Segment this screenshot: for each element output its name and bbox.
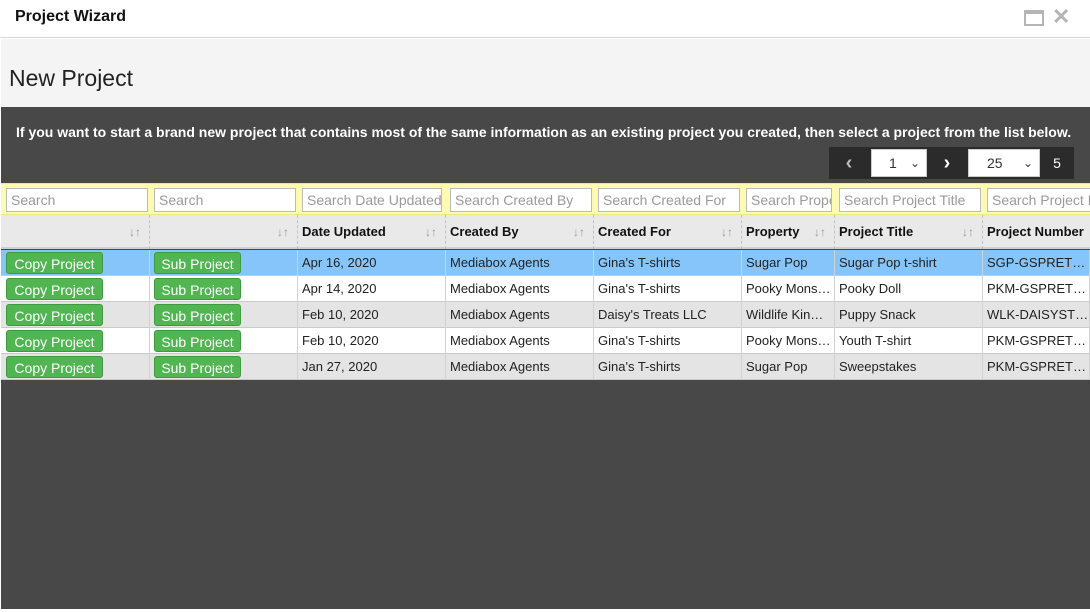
sub-project-button[interactable]: Sub Project bbox=[154, 252, 241, 274]
cell-property: Pooky Mons… bbox=[742, 328, 835, 354]
search-input-created-by[interactable] bbox=[450, 188, 592, 212]
project-list-panel: If you want to start a brand new project… bbox=[1, 107, 1090, 609]
table-row[interactable]: Copy Project Sub Project Jan 27, 2020 Media… bbox=[1, 354, 1090, 380]
cell-number: SGP-GSPRETTYSP bbox=[983, 250, 1090, 276]
cell-created-for: Daisy's Treats LLC bbox=[594, 302, 742, 328]
page-size-select[interactable]: 25 ⌄ bbox=[968, 149, 1040, 177]
sort-icon[interactable]: ↓↑ bbox=[962, 215, 974, 249]
page-size-value: 25 bbox=[987, 155, 1003, 171]
copy-project-button[interactable]: Copy Project bbox=[6, 356, 103, 378]
table-row[interactable]: Copy Project Sub Project Feb 10, 2020 Media… bbox=[1, 302, 1090, 328]
page-header: New Project bbox=[1, 39, 1090, 107]
pagination: ‹ 1 ⌄ › 25 ⌄ 5 bbox=[829, 147, 1074, 179]
cell-property: Wildlife Kin… bbox=[742, 302, 835, 328]
cell-title: Puppy Snack bbox=[835, 302, 983, 328]
cell-created-by: Mediabox Agents bbox=[446, 276, 594, 302]
cell-number: WLK-DAISYSTR-0 bbox=[983, 302, 1090, 328]
copy-project-button[interactable]: Copy Project bbox=[6, 252, 103, 274]
table-row[interactable]: Copy Project Sub Project Feb 10, 2020 Media… bbox=[1, 328, 1090, 354]
sub-cell: Sub Project bbox=[150, 328, 298, 354]
cell-title: Pooky Doll bbox=[835, 276, 983, 302]
sort-icon[interactable]: ↓↑ bbox=[129, 215, 141, 249]
cell-date: Apr 14, 2020 bbox=[298, 276, 446, 302]
sort-icon[interactable]: ↓↑ bbox=[721, 215, 733, 249]
cell-created-for: Gina's T-shirts bbox=[594, 276, 742, 302]
cell-created-for: Gina's T-shirts bbox=[594, 354, 742, 380]
cell-created-for: Gina's T-shirts bbox=[594, 250, 742, 276]
search-input-sub[interactable] bbox=[154, 188, 296, 212]
cell-title: Sweepstakes bbox=[835, 354, 983, 380]
search-row bbox=[1, 183, 1090, 215]
column-header-copy[interactable]: ↓↑ bbox=[1, 215, 150, 249]
cell-property: Pooky Mons… bbox=[742, 276, 835, 302]
chevron-down-icon: ⌄ bbox=[1022, 156, 1033, 170]
copy-cell: Copy Project bbox=[1, 354, 150, 380]
table-row[interactable]: Copy Project Sub Project Apr 14, 2020 Media… bbox=[1, 276, 1090, 302]
close-icon[interactable]: ✕ bbox=[1052, 4, 1070, 30]
cell-date: Feb 10, 2020 bbox=[298, 302, 446, 328]
sub-project-button[interactable]: Sub Project bbox=[154, 278, 241, 300]
cell-created-by: Mediabox Agents bbox=[446, 354, 594, 380]
cell-number: PKM-GSPRETTYSP bbox=[983, 328, 1090, 354]
title-bar: Project Wizard ✕ bbox=[0, 0, 1090, 38]
cell-created-by: Mediabox Agents bbox=[446, 250, 594, 276]
copy-cell: Copy Project bbox=[1, 302, 150, 328]
chevron-down-icon: ⌄ bbox=[909, 156, 920, 170]
cell-number: PKM-GSPRETTYSP bbox=[983, 276, 1090, 302]
column-header-property[interactable]: Property ↓↑ bbox=[742, 215, 835, 249]
column-header-project-number[interactable]: Project Number bbox=[983, 215, 1090, 249]
column-header-project-title[interactable]: Project Title ↓↑ bbox=[835, 215, 983, 249]
cell-number: PKM-GSPRETTYSP bbox=[983, 354, 1090, 380]
column-header-date-updated[interactable]: Date Updated ↓↑ bbox=[298, 215, 446, 249]
copy-project-button[interactable]: Copy Project bbox=[6, 278, 103, 300]
page-select[interactable]: 1 ⌄ bbox=[871, 149, 927, 177]
cell-date: Jan 27, 2020 bbox=[298, 354, 446, 380]
chevron-left-icon[interactable]: ‹ bbox=[831, 149, 867, 177]
sort-icon[interactable]: ↓↑ bbox=[277, 215, 289, 249]
cell-title: Sugar Pop t-shirt bbox=[835, 250, 983, 276]
copy-cell: Copy Project bbox=[1, 276, 150, 302]
search-input-project-number[interactable] bbox=[987, 188, 1090, 212]
page-select-value: 1 bbox=[889, 155, 897, 171]
sub-cell: Sub Project bbox=[150, 250, 298, 276]
column-header-created-by[interactable]: Created By ↓↑ bbox=[446, 215, 594, 249]
cell-property: Sugar Pop bbox=[742, 250, 835, 276]
chevron-right-icon[interactable]: › bbox=[929, 149, 965, 177]
sub-project-button[interactable]: Sub Project bbox=[154, 356, 241, 378]
sub-cell: Sub Project bbox=[150, 276, 298, 302]
search-input-date-updated[interactable] bbox=[302, 188, 442, 212]
copy-cell: Copy Project bbox=[1, 250, 150, 276]
cell-date: Feb 10, 2020 bbox=[298, 328, 446, 354]
cell-created-by: Mediabox Agents bbox=[446, 328, 594, 354]
column-header-sub[interactable]: ↓↑ bbox=[150, 215, 298, 249]
cell-date: Apr 16, 2020 bbox=[298, 250, 446, 276]
search-input-property[interactable] bbox=[746, 188, 832, 212]
cell-created-by: Mediabox Agents bbox=[446, 302, 594, 328]
column-header-created-for[interactable]: Created For ↓↑ bbox=[594, 215, 742, 249]
cell-title: Youth T-shirt bbox=[835, 328, 983, 354]
page-title: New Project bbox=[9, 65, 133, 91]
sort-icon[interactable]: ↓↑ bbox=[814, 215, 826, 249]
sort-icon[interactable]: ↓↑ bbox=[573, 215, 585, 249]
window-title: Project Wizard bbox=[15, 8, 126, 25]
sub-cell: Sub Project bbox=[150, 302, 298, 328]
search-input-created-for[interactable] bbox=[598, 188, 740, 212]
copy-project-button[interactable]: Copy Project bbox=[6, 304, 103, 326]
sub-project-button[interactable]: Sub Project bbox=[154, 330, 241, 352]
sub-project-button[interactable]: Sub Project bbox=[154, 304, 241, 326]
instructions-text: If you want to start a brand new project… bbox=[16, 124, 1072, 140]
sub-cell: Sub Project bbox=[150, 354, 298, 380]
cell-created-for: Gina's T-shirts bbox=[594, 328, 742, 354]
table-header: ↓↑ ↓↑ Date Updated ↓↑ Created By ↓↑ Create… bbox=[1, 215, 1090, 249]
total-count: 5 bbox=[1053, 155, 1061, 171]
table-row[interactable]: Copy Project Sub Project Apr 16, 2020 Media… bbox=[1, 250, 1090, 276]
maximize-icon[interactable] bbox=[1024, 10, 1044, 26]
copy-project-button[interactable]: Copy Project bbox=[6, 330, 103, 352]
search-input-project-title[interactable] bbox=[839, 188, 981, 212]
cell-property: Sugar Pop bbox=[742, 354, 835, 380]
copy-cell: Copy Project bbox=[1, 328, 150, 354]
search-input-copy[interactable] bbox=[6, 188, 148, 212]
sort-icon[interactable]: ↓↑ bbox=[425, 215, 437, 249]
